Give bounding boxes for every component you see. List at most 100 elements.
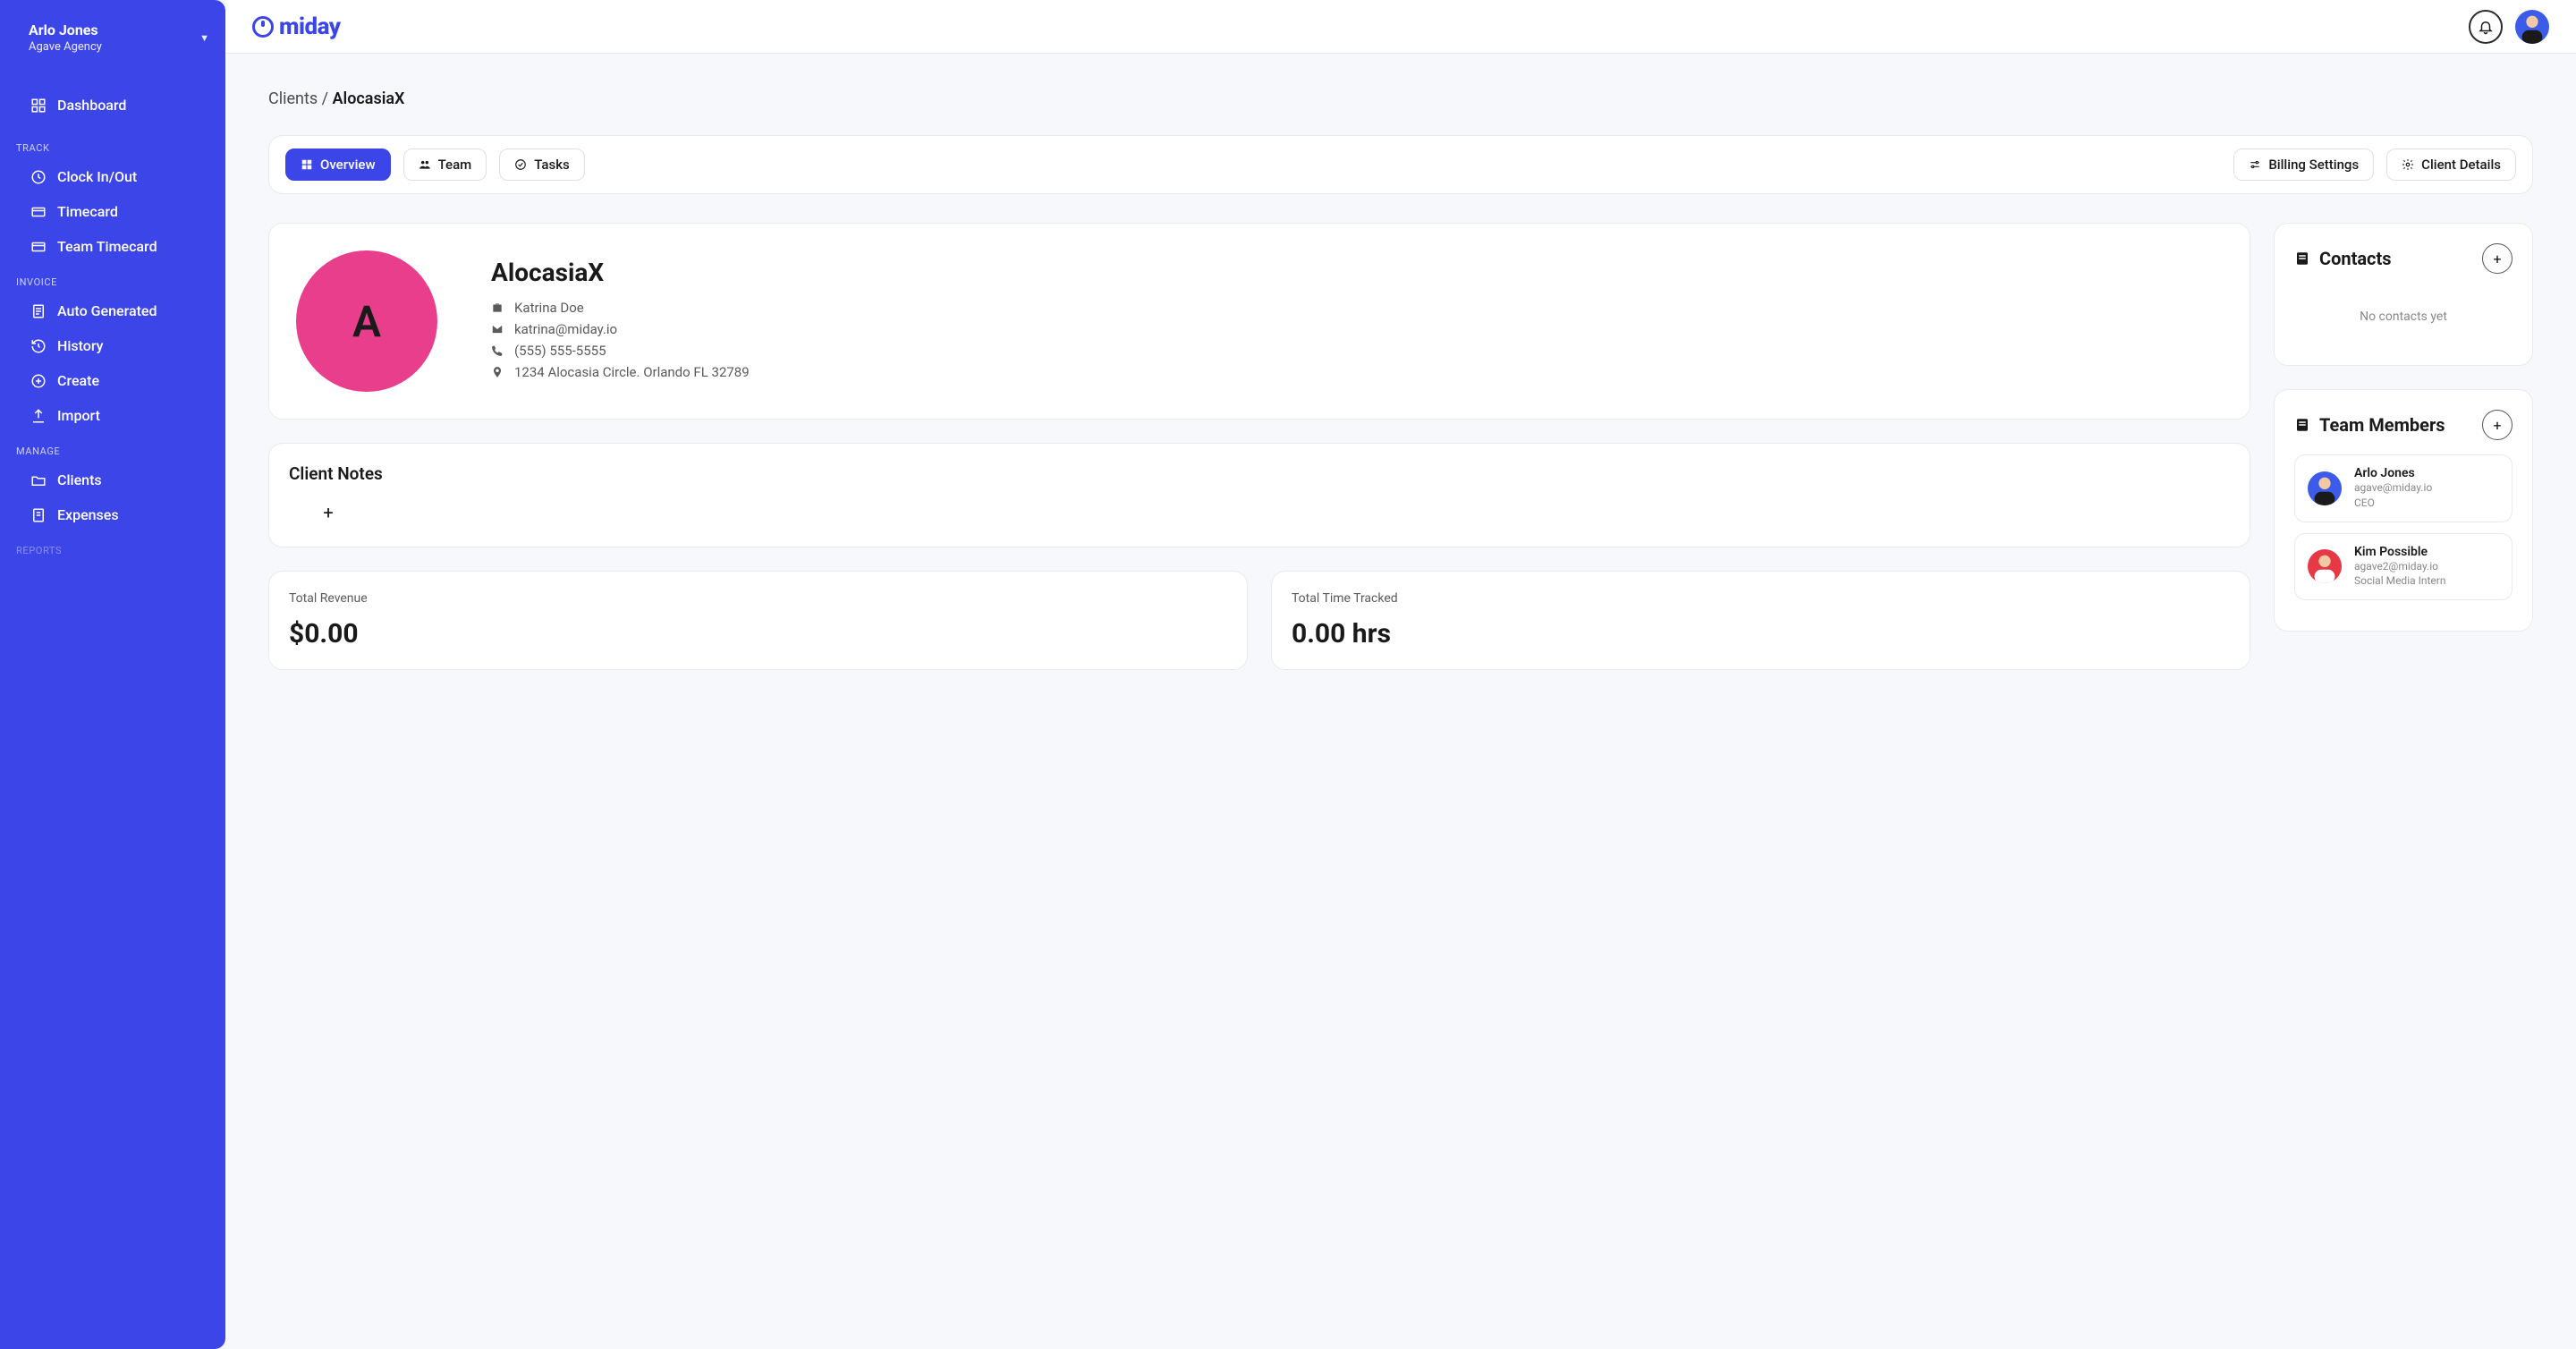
- nav-expenses[interactable]: Expenses: [0, 497, 225, 532]
- logo-mark-icon: [252, 16, 274, 38]
- nav-history[interactable]: History: [0, 328, 225, 363]
- member-role: CEO: [2354, 496, 2432, 511]
- nav-label: Import: [57, 407, 100, 424]
- logo[interactable]: miday: [252, 13, 341, 40]
- topbar: miday: [225, 0, 2576, 54]
- nav-create[interactable]: Create: [0, 363, 225, 398]
- nav-label: Create: [57, 372, 99, 389]
- client-summary-card: A AlocasiaX Katrina Doe: [268, 223, 2250, 420]
- nav-label: Auto Generated: [57, 302, 157, 319]
- contacts-title: Contacts: [2319, 248, 2392, 269]
- member-email: agave@miday.io: [2354, 480, 2432, 496]
- billing-settings-button[interactable]: Billing Settings: [2233, 148, 2374, 181]
- tab-overview[interactable]: Overview: [285, 148, 391, 181]
- tab-label: Billing Settings: [2268, 157, 2359, 173]
- user-name: Arlo Jones: [29, 21, 102, 38]
- org-switcher[interactable]: Arlo Jones Agave Agency ▼: [0, 16, 225, 68]
- nav-heading-reports: REPORTS: [0, 532, 225, 562]
- nav-team-timecard[interactable]: Team Timecard: [0, 229, 225, 264]
- expenses-icon: [30, 507, 47, 523]
- org-name: Agave Agency: [29, 40, 102, 54]
- upload-icon: [30, 408, 47, 424]
- clock-icon: [30, 169, 47, 185]
- member-row[interactable]: Arlo Jones agave@miday.io CEO: [2294, 454, 2512, 522]
- total-revenue-card: Total Revenue $0.00: [268, 571, 1248, 670]
- briefcase-icon: [491, 301, 505, 314]
- brand-text: miday: [279, 13, 341, 40]
- nav-clients[interactable]: Clients: [0, 462, 225, 497]
- stat-label: Total Revenue: [289, 591, 1227, 606]
- client-person: Katrina Doe: [514, 300, 584, 316]
- nav-label: Dashboard: [57, 97, 126, 114]
- contacts-empty: No contacts yet: [2294, 288, 2512, 345]
- member-email: agave2@miday.io: [2354, 559, 2446, 574]
- dashboard-icon: [30, 98, 47, 114]
- plus-icon: +: [323, 502, 333, 523]
- client-avatar-letter: A: [352, 296, 381, 347]
- mail-icon: [491, 323, 505, 335]
- nav-label: Team Timecard: [57, 238, 157, 255]
- stat-value: $0.00: [289, 618, 1227, 649]
- tab-label: Tasks: [534, 157, 570, 173]
- client-avatar: A: [296, 250, 437, 392]
- client-notes-card: Client Notes +: [268, 443, 2250, 547]
- add-contact-button[interactable]: +: [2482, 243, 2512, 274]
- member-name: Arlo Jones: [2354, 466, 2432, 480]
- total-time-card: Total Time Tracked 0.00 hrs: [1271, 571, 2250, 670]
- member-role: Social Media Intern: [2354, 573, 2446, 589]
- phone-icon: [491, 344, 505, 357]
- tab-label: Team: [438, 157, 472, 173]
- notifications-button[interactable]: [2469, 10, 2503, 44]
- nav-timecard[interactable]: Timecard: [0, 194, 225, 229]
- sliders-icon: [2249, 158, 2261, 171]
- bell-icon: [2478, 19, 2494, 35]
- user-avatar[interactable]: [2515, 10, 2549, 44]
- nav-dashboard[interactable]: Dashboard: [0, 75, 225, 123]
- nav-label: Expenses: [57, 506, 119, 523]
- nav-heading-invoice: INVOICE: [0, 264, 225, 293]
- team-members-card: Team Members + Arlo Jones: [2274, 389, 2533, 632]
- client-address: 1234 Alocasia Circle. Orlando FL 32789: [514, 364, 750, 380]
- team-timecard-icon: [30, 239, 47, 255]
- member-row[interactable]: Kim Possible agave2@miday.io Social Medi…: [2294, 533, 2512, 601]
- nav-heading-track: TRACK: [0, 130, 225, 159]
- member-avatar: [2308, 549, 2342, 583]
- nav-auto-generated[interactable]: Auto Generated: [0, 293, 225, 328]
- client-name: AlocasiaX: [491, 258, 750, 287]
- plus-circle-icon: [30, 373, 47, 389]
- nav-label: Timecard: [57, 203, 118, 220]
- add-note-button[interactable]: +: [310, 498, 346, 527]
- members-icon: [2294, 417, 2310, 433]
- breadcrumb: Clients / AlocasiaX: [268, 89, 2533, 108]
- plus-icon: +: [2493, 250, 2501, 267]
- contacts-card: Contacts + No contacts yet: [2274, 223, 2533, 366]
- client-phone: (555) 555-5555: [514, 343, 606, 359]
- tab-label: Overview: [320, 157, 376, 173]
- tab-label: Client Details: [2421, 157, 2501, 173]
- nav-clockinout[interactable]: Clock In/Out: [0, 159, 225, 194]
- contacts-icon: [2294, 250, 2310, 267]
- nav-label: Clients: [57, 471, 102, 488]
- client-email: katrina@miday.io: [514, 321, 617, 337]
- nav-import[interactable]: Import: [0, 398, 225, 433]
- tabs-row: Overview Team Tasks: [268, 135, 2533, 194]
- client-details-button[interactable]: Client Details: [2386, 148, 2516, 181]
- member-avatar: [2308, 471, 2342, 505]
- stat-value: 0.00 hrs: [1292, 618, 2230, 649]
- tab-team[interactable]: Team: [403, 148, 487, 181]
- document-icon: [30, 303, 47, 319]
- sidebar: Arlo Jones Agave Agency ▼ Dashboard TRAC…: [0, 0, 225, 1349]
- members-title: Team Members: [2319, 414, 2445, 436]
- breadcrumb-root[interactable]: Clients: [268, 89, 318, 108]
- nav-label: Clock In/Out: [57, 168, 137, 185]
- check-circle-icon: [514, 158, 527, 171]
- tab-tasks[interactable]: Tasks: [499, 148, 585, 181]
- stat-label: Total Time Tracked: [1292, 591, 2230, 606]
- plus-icon: +: [2493, 417, 2501, 434]
- history-icon: [30, 338, 47, 354]
- nav-label: History: [57, 337, 104, 354]
- notes-title: Client Notes: [289, 463, 2230, 484]
- grid-icon: [301, 158, 313, 171]
- add-member-button[interactable]: +: [2482, 410, 2512, 440]
- chevron-down-icon: ▼: [199, 32, 209, 44]
